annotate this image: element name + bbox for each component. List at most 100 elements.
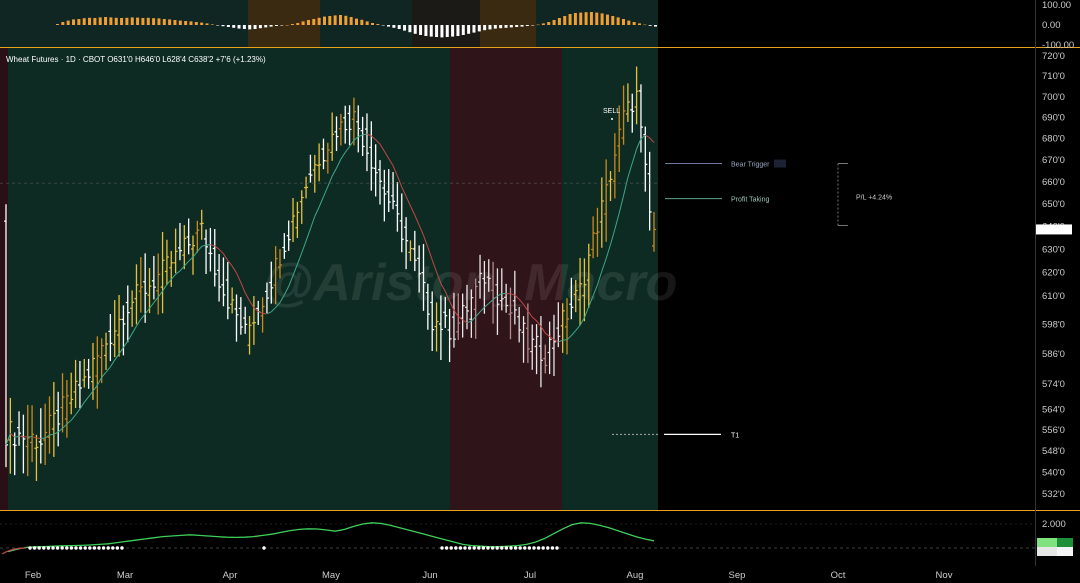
watermark: @Ariston_Macro — [263, 254, 678, 312]
osc-histogram-bar — [242, 25, 246, 29]
osc-histogram-bar — [221, 25, 225, 27]
price-tick-label: 650'0 — [1042, 199, 1065, 210]
osc-histogram-bar — [189, 21, 193, 25]
osc-histogram-bar — [654, 25, 657, 27]
month-tick-label: Nov — [936, 570, 953, 581]
osc-histogram-bar — [194, 22, 198, 25]
osc-histogram-bar — [66, 20, 70, 25]
osc-histogram-bar — [130, 17, 134, 25]
price-chart: @Ariston_Macro 720'0 710'0 700'0 690'0 680'0 6… — [0, 0, 1080, 581]
osc-value-tag — [1057, 538, 1073, 547]
squeeze-dot — [527, 546, 532, 550]
osc-histogram-bar — [226, 25, 230, 27]
squeeze-dot — [555, 546, 559, 550]
month-tick-label: Jun — [422, 570, 437, 581]
osc-histogram-bar — [146, 17, 150, 25]
osc-histogram-bar — [557, 18, 561, 25]
osc-histogram-bar — [200, 22, 204, 25]
osc-histogram-bar — [328, 16, 332, 25]
squeeze-dot — [541, 546, 545, 550]
osc-histogram-bar — [365, 21, 369, 25]
month-tick-label: May — [322, 570, 340, 581]
price-tick-label: 700'0 — [1042, 92, 1065, 103]
squeeze-dot — [513, 546, 518, 550]
price-tick-label: 610'0 — [1042, 291, 1065, 302]
osc-histogram-bar — [552, 20, 556, 25]
squeeze-dot — [69, 546, 74, 550]
pl-label: P/L +4.24% — [856, 195, 892, 202]
osc-histogram-bar — [104, 17, 108, 25]
sell-label: SELL — [603, 108, 620, 115]
squeeze-dot — [120, 546, 124, 550]
squeeze-dot — [523, 546, 527, 550]
osc-histogram-bar — [333, 15, 337, 25]
squeeze-dot — [518, 546, 522, 550]
osc-histogram-bar — [595, 12, 599, 25]
osc-histogram-bar — [61, 22, 65, 25]
squeeze-dot — [458, 546, 463, 550]
osc-histogram-bar — [605, 14, 609, 25]
osc-histogram-bar — [280, 25, 284, 26]
osc-histogram-bar — [403, 25, 407, 31]
osc-histogram-bar — [258, 25, 262, 29]
moving-average-segment — [18, 435, 24, 438]
month-tick-label: Aug — [627, 570, 644, 581]
squeeze-dot — [106, 546, 110, 550]
squeeze-dot — [55, 546, 60, 550]
osc-histogram-bar — [515, 25, 519, 27]
osc-histogram-bar — [232, 25, 236, 28]
current-price-tag — [1036, 224, 1072, 235]
bear-trigger-marker — [774, 159, 786, 168]
squeeze-dot — [504, 546, 509, 550]
squeeze-dot — [440, 546, 444, 550]
osc-histogram-bar — [579, 12, 583, 25]
osc-histogram-bar — [274, 25, 278, 26]
squeeze-dot — [97, 546, 101, 550]
osc-histogram-bar — [109, 17, 113, 25]
month-tick-label: Mar — [117, 570, 133, 581]
osc-histogram-bar — [296, 23, 300, 25]
osc-histogram-bar — [440, 25, 444, 38]
osc-histogram-bar — [173, 20, 177, 25]
osc-histogram-bar — [98, 17, 102, 25]
squeeze-dot — [495, 546, 499, 550]
squeeze-dot — [546, 546, 550, 550]
osc-histogram-bar — [376, 24, 380, 25]
osc-zone — [0, 0, 248, 47]
osc-histogram-bar — [168, 19, 172, 25]
osc-histogram-bar — [525, 25, 529, 26]
squeeze-dot — [500, 546, 504, 550]
month-tick-label: Apr — [223, 570, 238, 581]
osc-histogram-bar — [397, 25, 401, 29]
price-tick-label: 710'0 — [1042, 71, 1065, 82]
chart-header: Wheat Futures · 1D · CBOT O631'0 H646'0 … — [6, 55, 266, 64]
osc-histogram-bar — [216, 25, 220, 26]
squeeze-dot — [486, 546, 490, 550]
osc-value-tag — [1037, 538, 1057, 547]
squeeze-dot — [490, 546, 495, 550]
osc-histogram-bar — [637, 23, 641, 25]
price-tick-label: 564'0 — [1042, 404, 1065, 415]
squeeze-dot — [472, 546, 476, 550]
osc-histogram-bar — [643, 24, 647, 26]
profit-taking-label: Profit Taking — [731, 197, 769, 204]
squeeze-dot — [262, 546, 266, 550]
squeeze-dot — [115, 546, 120, 550]
osc-histogram-bar — [72, 19, 76, 25]
osc-histogram-bar — [82, 18, 86, 25]
osc-histogram-bar — [184, 21, 188, 25]
osc-histogram-bar — [568, 14, 572, 25]
osc-histogram-bar — [136, 17, 140, 25]
price-tick-label: 574'0 — [1042, 379, 1065, 390]
osc-histogram-bar — [429, 25, 433, 37]
month-tick-label: Sep — [729, 570, 746, 581]
osc-histogram-bar — [322, 16, 326, 25]
osc-histogram-bar — [589, 12, 593, 25]
osc-histogram-bar — [461, 25, 465, 35]
squeeze-dot — [83, 546, 87, 550]
squeeze-dot — [111, 546, 115, 550]
price-tick-label: 690'0 — [1042, 113, 1065, 124]
price-tick-label: 598'0 — [1042, 320, 1065, 331]
osc-histogram-bar — [547, 22, 551, 25]
osc-histogram-bar — [371, 23, 375, 25]
